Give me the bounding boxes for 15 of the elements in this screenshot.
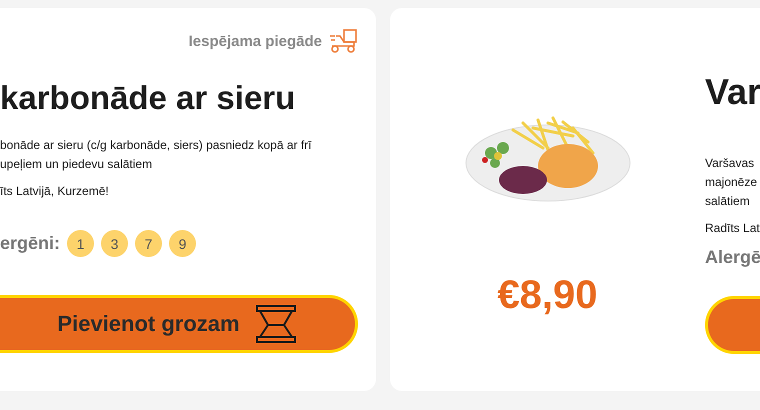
- allergen-badge: 1: [67, 230, 94, 257]
- delivery-label: Iespējama piegāde: [188, 32, 322, 50]
- add-to-cart-button[interactable]: [705, 296, 760, 354]
- allergens-label: ergēni:: [0, 233, 60, 254]
- delivery-scooter-icon: [328, 28, 358, 54]
- allergen-badge: 3: [101, 230, 128, 257]
- add-to-cart-button[interactable]: Pievienot grozam: [0, 295, 358, 353]
- price-text: €8,90: [497, 273, 598, 318]
- product-title: karbonāde ar sieru: [0, 78, 296, 118]
- allergen-badge: 7: [135, 230, 162, 257]
- product-description: Varšavas majonēze salātiem: [705, 155, 758, 210]
- origin-text: Radīts Lat: [705, 221, 760, 235]
- allergen-badge: 9: [169, 230, 196, 257]
- origin-text: īts Latvijā, Kurzemē!: [0, 184, 110, 198]
- product-description: bonāde ar sieru (c/g karbonāde, siers) pasniedz kopā ar frī upeļiem un piedevu salātiem: [0, 137, 313, 173]
